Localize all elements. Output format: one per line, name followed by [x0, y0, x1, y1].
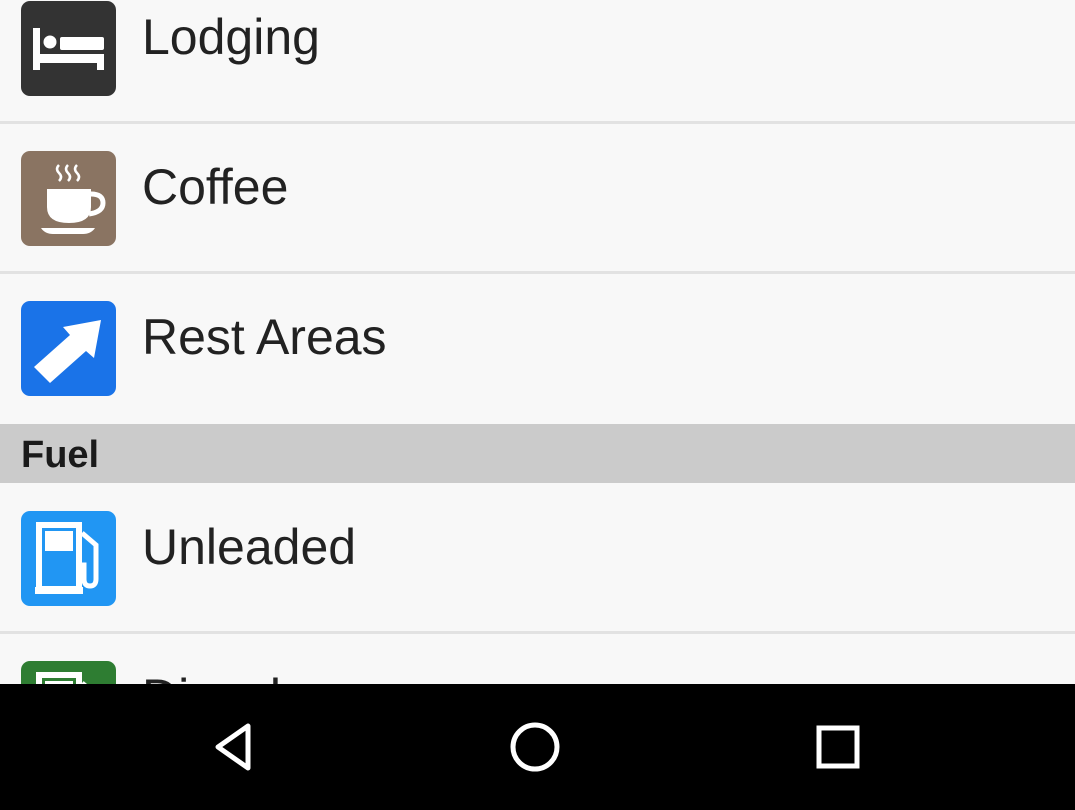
navigation-bar: [0, 684, 1075, 810]
recents-button[interactable]: [798, 707, 878, 787]
back-button[interactable]: [194, 707, 274, 787]
screen: Lodging Coffee Rest Areas Fuel Unleaded: [0, 0, 1075, 810]
lodging-label: Lodging: [142, 9, 320, 65]
rest-areas-label: Rest Areas: [142, 309, 387, 365]
coffee-label: Coffee: [142, 159, 289, 215]
back-icon: [215, 723, 251, 771]
arrow-up-right-icon: [21, 301, 116, 396]
list-item-diesel[interactable]: Diesel: [0, 634, 1075, 684]
diesel-label: Diesel: [142, 667, 281, 684]
diesel-pump-icon: [21, 661, 116, 684]
gas-pump-icon: [21, 511, 116, 606]
list-item-coffee[interactable]: Coffee: [0, 124, 1075, 272]
recents-icon: [816, 725, 860, 769]
list-item-unleaded[interactable]: Unleaded: [0, 484, 1075, 632]
home-icon: [510, 722, 560, 772]
list-item-rest-areas[interactable]: Rest Areas: [0, 274, 1075, 422]
section-header-fuel: Fuel: [0, 424, 1075, 483]
section-title: Fuel: [21, 434, 100, 476]
unleaded-label: Unleaded: [142, 519, 357, 575]
bed-icon: [21, 1, 116, 96]
home-button[interactable]: [495, 707, 575, 787]
amenity-list: Lodging Coffee Rest Areas Fuel Unleaded: [0, 0, 1075, 684]
coffee-cup-icon: [21, 151, 116, 246]
